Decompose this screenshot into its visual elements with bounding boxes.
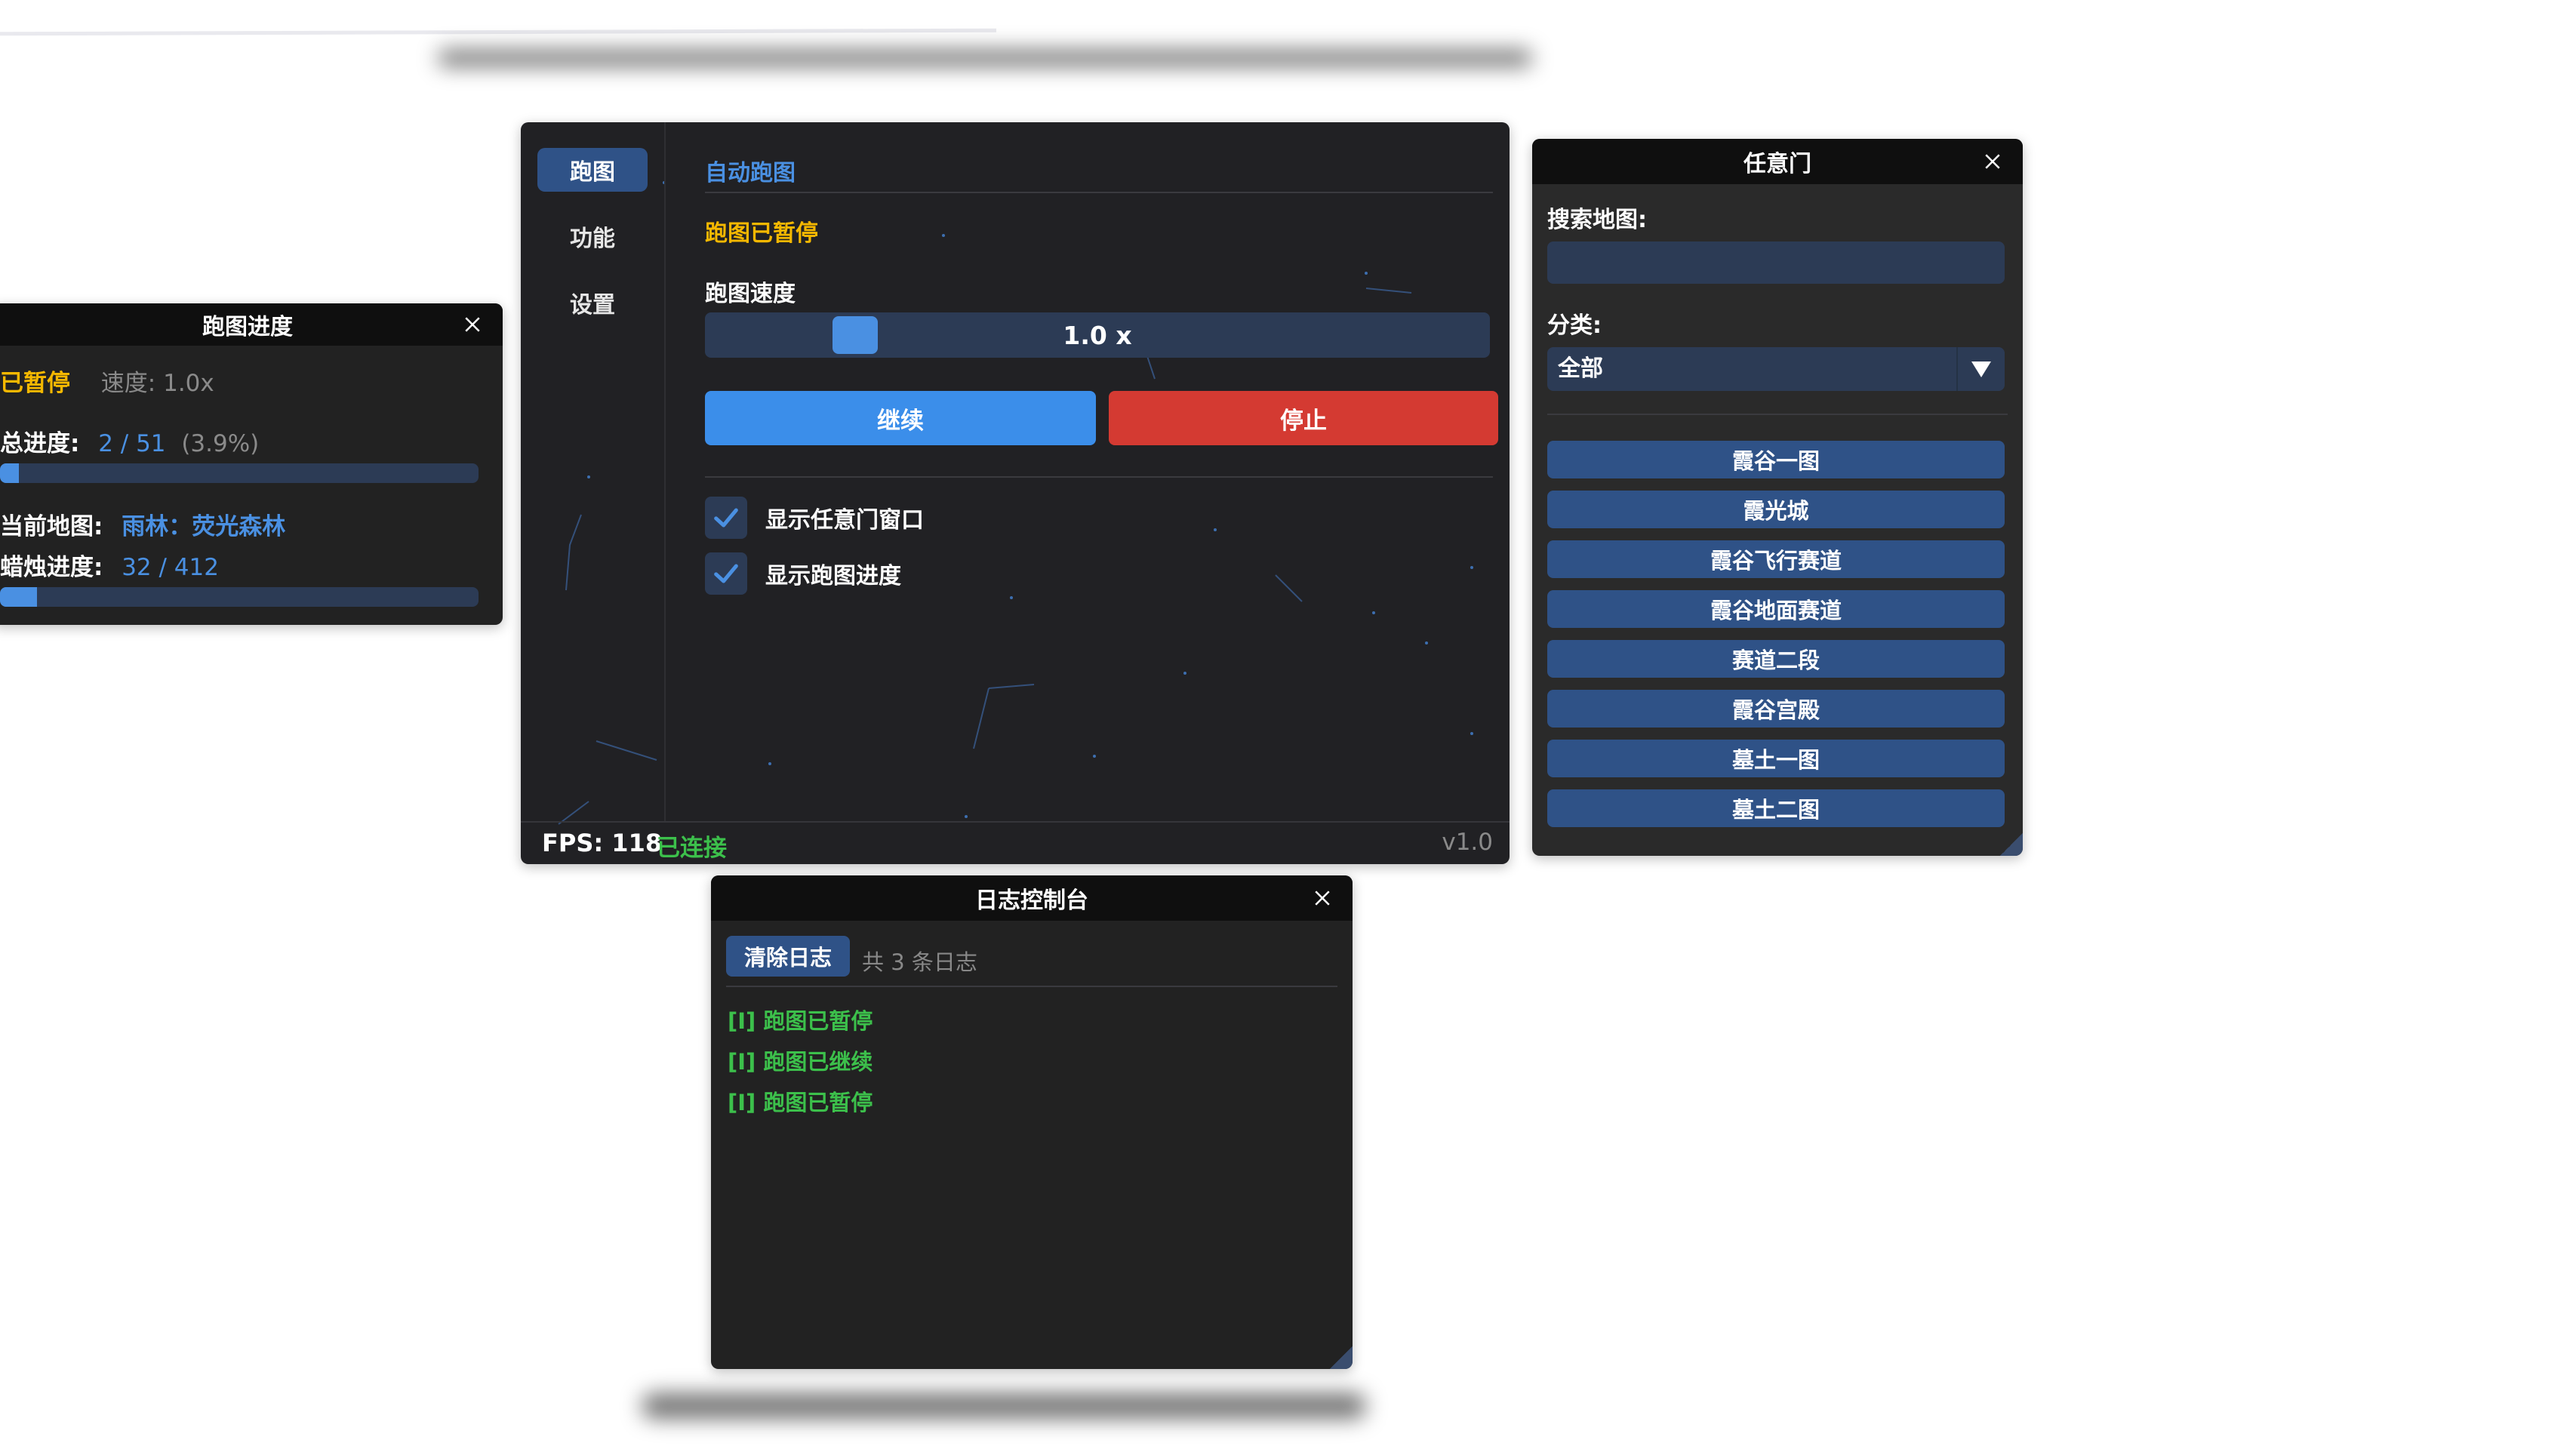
section-title: 自动跑图 [705,160,796,186]
log-titlebar[interactable]: 日志控制台 [711,875,1353,921]
candle-progress-value: 32 / 412 [122,554,219,581]
show-portal-toggle[interactable]: 显示任意门窗口 [705,497,924,539]
map-button[interactable]: 霞光城 [1547,491,2005,528]
speed-slider[interactable]: 1.0 x [705,312,1490,358]
clear-log-button[interactable]: 清除日志 [726,936,850,977]
current-map-label: 当前地图: [0,513,103,540]
star-background [558,181,1473,825]
total-progress-fill [0,463,19,483]
progress-state: 已暂停 [0,370,70,397]
current-map-value: 雨林：荧光森林 [122,513,286,540]
map-button[interactable]: 霞谷地面赛道 [1547,590,2005,628]
portal-title: 任意门 [1743,151,1811,177]
checkbox-progress-label: 显示跑图进度 [765,563,901,589]
total-progress-percent: (3.9%) [181,430,260,457]
candle-progress-bar [0,587,479,607]
background-shadow [438,50,1532,66]
progress-window: 跑图进度 已暂停 速度: 1.0x 总进度: 2 / 51 (3.9%) 当前地… [0,303,503,625]
nav-item-features[interactable]: 功能 [537,214,648,258]
fps-counter: FPS: 118 [542,829,663,857]
speed-label: 跑图速度 [705,281,796,307]
checkbox-portal-label: 显示任意门窗口 [765,507,924,534]
run-status: 跑图已暂停 [705,220,818,247]
total-progress-line: 总进度: 2 / 51 (3.9%) [0,424,259,458]
map-button[interactable]: 赛道二段 [1547,640,2005,678]
background-decoration [0,28,997,36]
log-entry: [I] 跑图已暂停 [728,1090,873,1115]
resize-handle[interactable] [2000,833,2023,856]
checkbox-portal[interactable] [705,497,747,539]
close-icon[interactable] [1979,148,2006,175]
current-map-line: 当前地图: 雨林：荧光森林 [0,507,285,541]
main-window: 跑图 功能 设置 自动跑图 跑图已暂停 跑图速度 1.0 x 继续 停止 显示任… [521,122,1510,864]
log-entry: [I] 跑图已暂停 [728,1008,873,1034]
progress-state-line: 已暂停 速度: 1.0x [0,364,214,398]
category-select[interactable]: 全部 [1547,347,2005,391]
candle-progress-fill [0,587,38,607]
close-icon[interactable] [1309,884,1336,912]
map-button[interactable]: 霞谷一图 [1547,441,2005,478]
portal-titlebar[interactable]: 任意门 [1532,139,2023,184]
map-button[interactable]: 墓土一图 [1547,740,2005,777]
sidebar-nav: 跑图 功能 设置 [521,122,666,823]
total-progress-value: 2 / 51 [98,430,166,457]
continue-button[interactable]: 继续 [705,391,1096,445]
checkbox-progress[interactable] [705,552,747,595]
divider [705,192,1493,193]
connection-status: 已连接 [657,835,727,862]
log-entry: [I] 跑图已继续 [728,1049,873,1075]
map-search-input[interactable] [1547,242,2005,284]
background-shadow [642,1393,1366,1419]
total-progress-bar [0,463,479,483]
log-window: 日志控制台 清除日志 共 3 条日志 [I] 跑图已暂停 [I] 跑图已继续 [… [711,875,1353,1369]
divider [726,986,1337,987]
search-label: 搜索地图: [1547,207,1647,233]
version-label: v1.0 [1442,829,1493,856]
check-icon [714,508,738,528]
divider [705,476,1493,478]
status-bar: FPS: 118 已连接 v1.0 [521,821,1510,864]
candle-progress-line: 蜡烛进度: 32 / 412 [0,548,219,582]
log-count: 共 3 条日志 [862,949,977,975]
category-value: 全部 [1558,355,1603,382]
total-progress-label: 总进度: [0,430,80,457]
map-button[interactable]: 墓土二图 [1547,789,2005,827]
stop-button[interactable]: 停止 [1109,391,1498,445]
check-icon [714,564,738,583]
show-progress-toggle[interactable]: 显示跑图进度 [705,552,901,595]
nav-item-run[interactable]: 跑图 [537,148,648,192]
category-label: 分类: [1547,312,1602,339]
portal-window: 任意门 搜索地图: 分类: 全部 霞谷一图霞光城霞谷飞行赛道 霞谷地面赛道 赛道二段… [1532,139,2023,856]
progress-speed: 速度: 1.0x [100,370,214,397]
candle-progress-label: 蜡烛进度: [0,554,103,581]
divider [1547,414,2008,415]
nav-item-settings[interactable]: 设置 [537,281,648,325]
map-button[interactable]: 霞谷飞行赛道 [1547,540,2005,578]
progress-titlebar[interactable]: 跑图进度 [0,303,503,346]
chevron-down-icon[interactable] [1956,347,2005,391]
log-title: 日志控制台 [975,888,1088,914]
speed-value: 1.0 x [1063,320,1132,350]
map-button[interactable]: 霞谷宫殿 [1547,690,2005,728]
progress-title: 跑图进度 [202,314,293,340]
resize-handle[interactable] [1330,1346,1353,1369]
close-icon[interactable] [459,311,486,338]
